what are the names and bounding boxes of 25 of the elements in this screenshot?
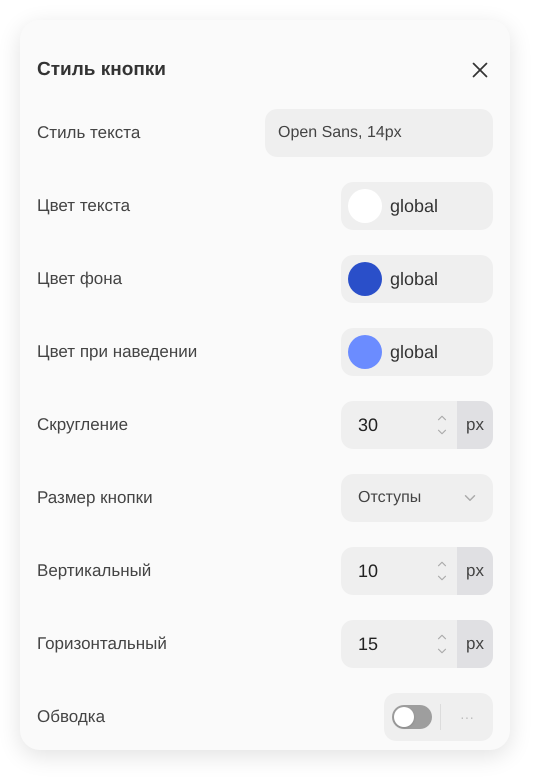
- unit-label: px: [457, 547, 493, 595]
- number-field[interactable]: 30: [341, 401, 457, 449]
- unit-label: px: [457, 620, 493, 668]
- setting-label: Обводка: [37, 706, 106, 728]
- setting-label: Стиль текста: [37, 122, 140, 144]
- size-dropdown[interactable]: Отступы: [341, 474, 493, 522]
- text-style-field[interactable]: Open Sans, 14px: [265, 109, 493, 157]
- dialog-title: Стиль кнопки: [37, 58, 166, 82]
- setting-label: Размер кнопки: [37, 487, 153, 510]
- number-field[interactable]: 10: [341, 547, 457, 595]
- color-picker[interactable]: global: [341, 328, 493, 376]
- color-picker[interactable]: global: [341, 182, 493, 230]
- color-value: global: [390, 268, 438, 291]
- color-value: global: [390, 340, 438, 364]
- setting-label: Цвет текста: [37, 195, 130, 218]
- color-value: global: [390, 194, 438, 218]
- setting-label: Скругление: [37, 414, 128, 436]
- color-picker[interactable]: global: [341, 255, 493, 303]
- toggle-switch[interactable]: [392, 705, 432, 729]
- setting-label: Цвет фона: [37, 268, 122, 290]
- setting-label: Цвет при наведении: [37, 341, 198, 364]
- setting-label: Горизонтальный: [37, 633, 167, 656]
- unit-label: px: [457, 401, 493, 449]
- number-field[interactable]: 15: [341, 620, 457, 668]
- setting-label: Вертикальный: [37, 560, 152, 582]
